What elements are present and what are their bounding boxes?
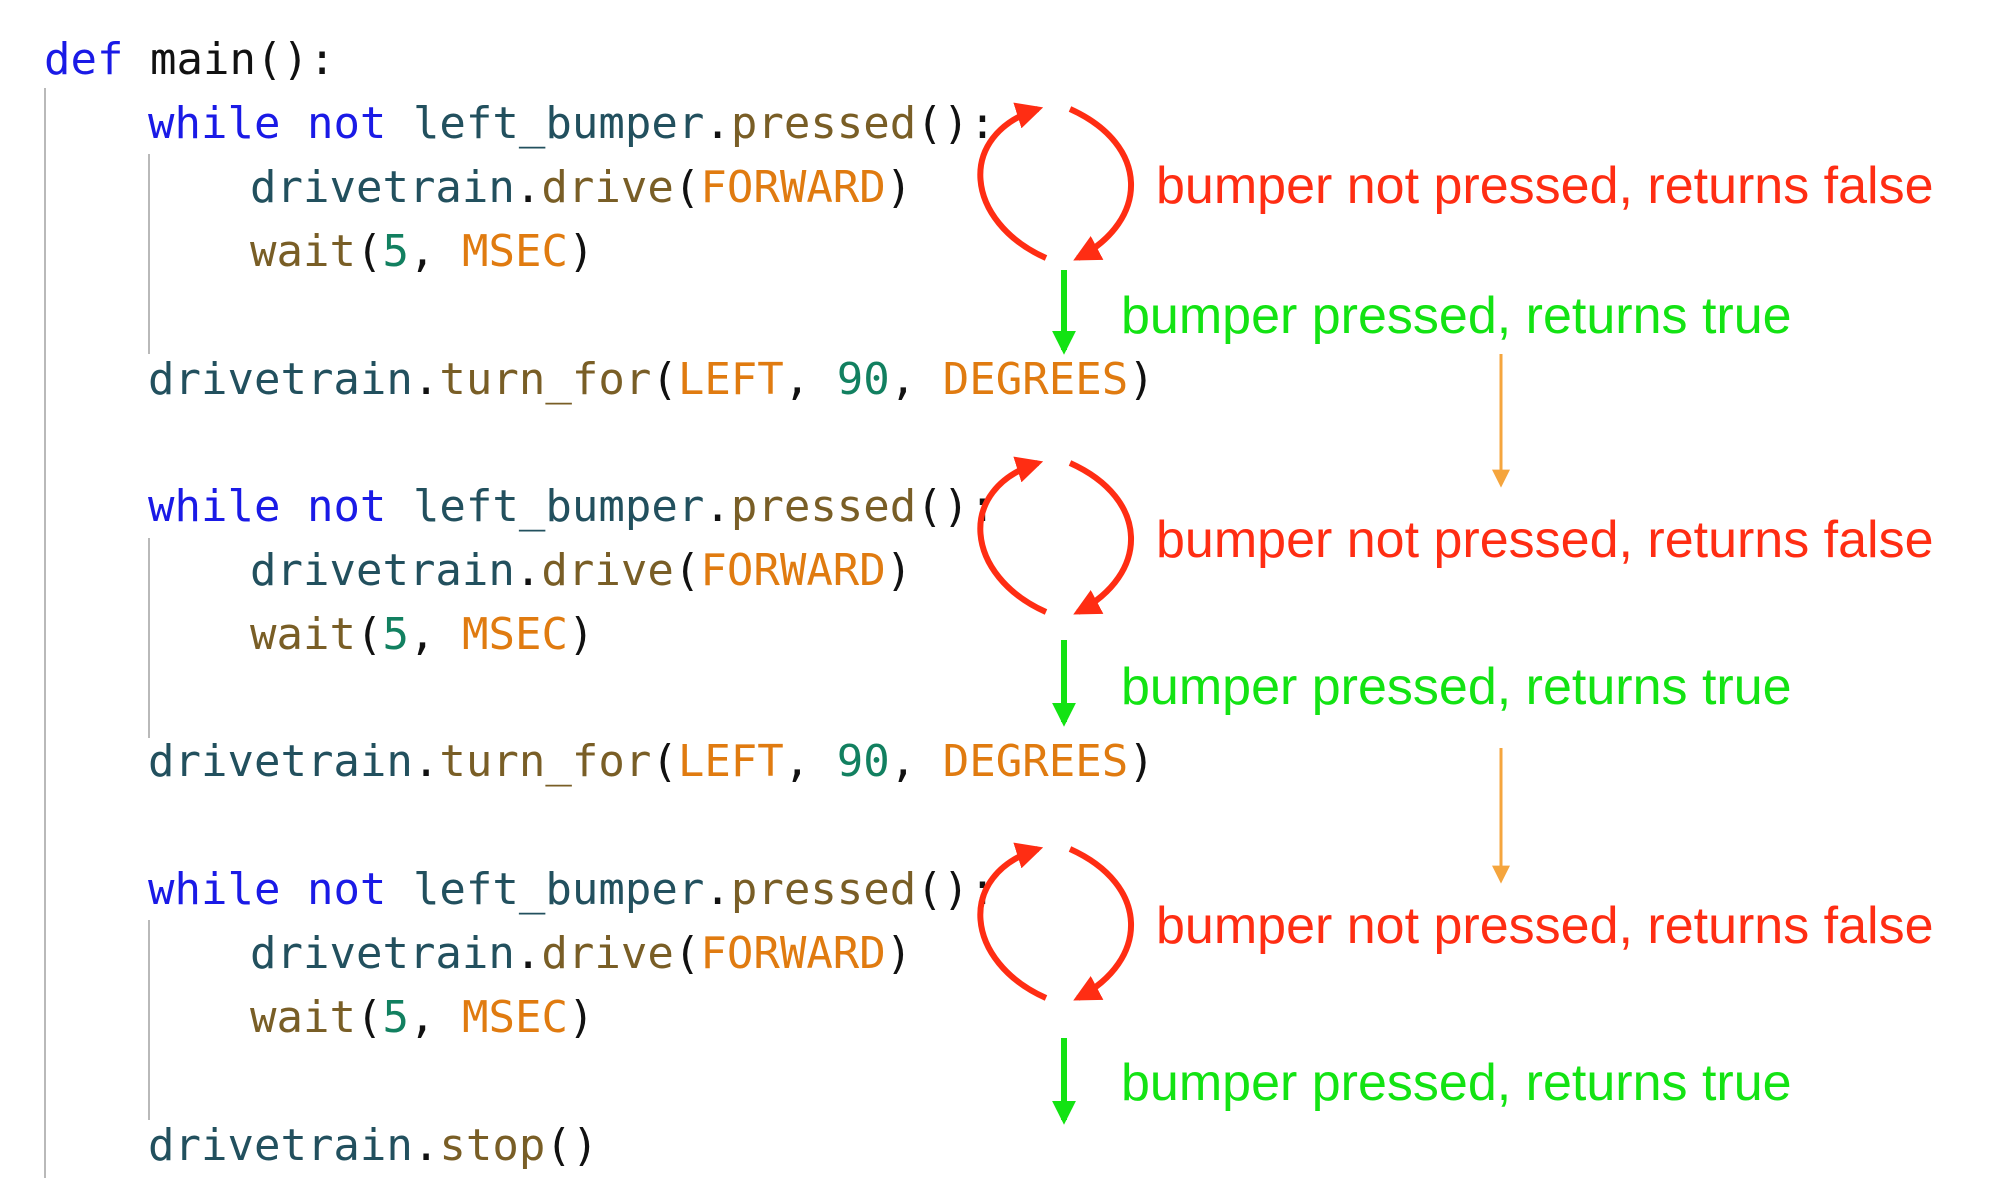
code-diagram: def main(): while not left_bumper.presse… xyxy=(0,0,2000,1197)
loop-cycle-icon xyxy=(977,102,1134,261)
loop-cycle-icon xyxy=(977,456,1134,615)
label-not-pressed: bumper not pressed, returns false xyxy=(1156,157,1934,215)
label-not-pressed: bumper not pressed, returns false xyxy=(1156,897,1934,955)
label-pressed: bumper pressed, returns true xyxy=(1121,658,1792,716)
label-pressed: bumper pressed, returns true xyxy=(1121,1054,1792,1112)
label-not-pressed: bumper not pressed, returns false xyxy=(1156,511,1934,569)
loop-cycle-icon xyxy=(977,842,1134,1001)
label-pressed: bumper pressed, returns true xyxy=(1121,287,1792,345)
